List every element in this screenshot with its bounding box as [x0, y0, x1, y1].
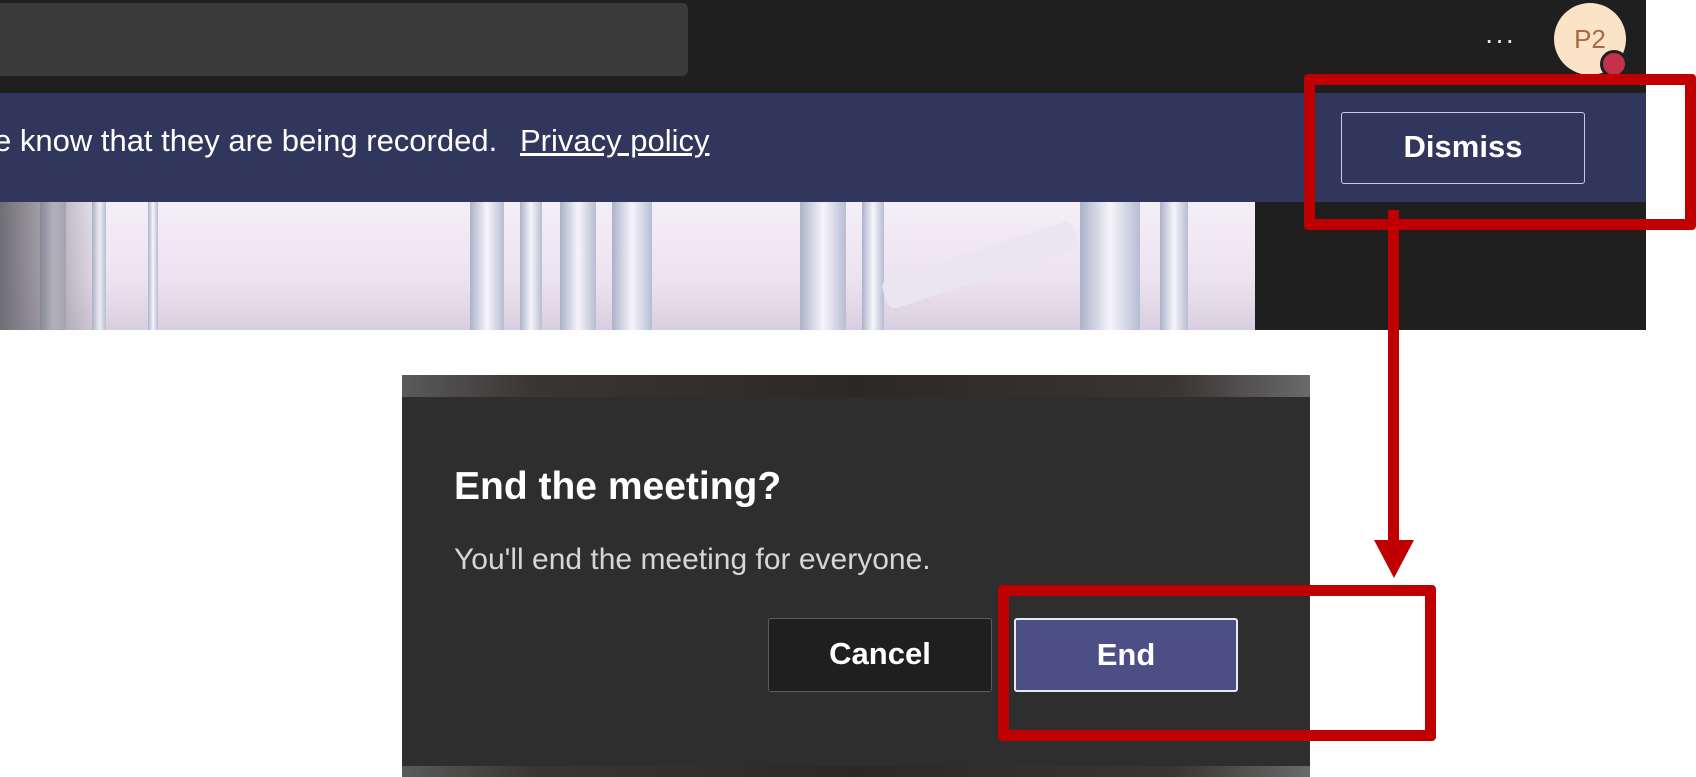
privacy-policy-link[interactable]: Privacy policy	[520, 123, 710, 159]
arrow-line	[1388, 210, 1399, 545]
arrow-down-icon	[1374, 540, 1414, 578]
dialog-backdrop-bottom	[402, 766, 1310, 777]
dialog-title: End the meeting?	[454, 465, 782, 508]
highlight-dismiss-box	[1304, 74, 1696, 230]
video-edge-shade	[0, 202, 100, 330]
cancel-button[interactable]: Cancel	[768, 618, 992, 692]
dialog-body: You'll end the meeting for everyone.	[454, 543, 931, 576]
highlight-end-box	[998, 585, 1436, 741]
banner-message: e know that they are being recorded.	[0, 123, 498, 158]
screenshot-stage: ··· P2 e know that they are being record…	[0, 0, 1696, 777]
more-horizontal-icon[interactable]: ···	[1480, 20, 1520, 60]
video-feed	[0, 202, 1255, 330]
dialog-backdrop	[402, 375, 1310, 397]
search-input[interactable]	[0, 3, 688, 76]
